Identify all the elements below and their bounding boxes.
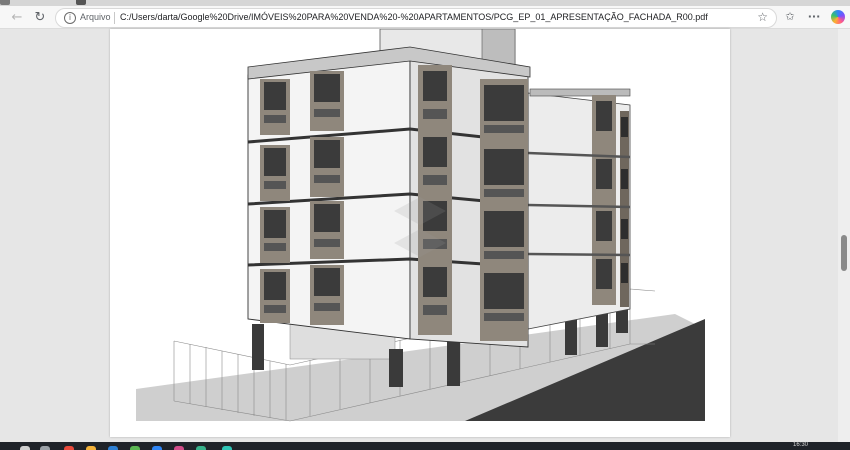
taskbar: 16:30 bbox=[0, 442, 850, 450]
pdf-viewer bbox=[0, 29, 850, 442]
address-scheme-label: Arquivo bbox=[80, 12, 111, 22]
start-icon[interactable] bbox=[20, 446, 30, 450]
app-icon[interactable] bbox=[130, 446, 140, 450]
address-separator bbox=[114, 12, 115, 24]
scrollbar-thumb[interactable] bbox=[841, 235, 847, 271]
app-icon[interactable] bbox=[174, 446, 184, 450]
tab-favicon-icon[interactable] bbox=[76, 0, 86, 5]
edge-browser-icon[interactable] bbox=[222, 446, 232, 450]
taskbar-clock[interactable]: 16:30 bbox=[793, 442, 808, 448]
right-block-roofline bbox=[529, 88, 631, 97]
pillar bbox=[389, 349, 403, 387]
copilot-icon[interactable] bbox=[831, 10, 845, 24]
right-block-windows bbox=[592, 95, 629, 307]
folder-icon[interactable] bbox=[86, 446, 96, 450]
app-icon[interactable] bbox=[196, 446, 206, 450]
favorites-icon[interactable]: ✩ bbox=[782, 9, 798, 25]
building-facade-image bbox=[136, 29, 705, 422]
address-bar[interactable]: i Arquivo C:/Users/darta/Google%20Drive/… bbox=[55, 8, 777, 28]
info-icon[interactable]: i bbox=[64, 12, 76, 24]
address-url[interactable]: C:/Users/darta/Google%20Drive/IMÓVEIS%20… bbox=[120, 12, 708, 22]
app-icon[interactable] bbox=[108, 446, 118, 450]
favorite-star-icon[interactable]: ☆ bbox=[757, 10, 768, 24]
search-icon[interactable] bbox=[40, 446, 50, 450]
browser-toolbar: ← ↻ i Arquivo C:/Users/darta/Google%20Dr… bbox=[0, 6, 850, 29]
app-icon[interactable] bbox=[152, 446, 162, 450]
app-icon[interactable] bbox=[64, 446, 74, 450]
more-menu-icon[interactable]: ··· bbox=[806, 9, 822, 25]
tab-close-icon[interactable] bbox=[0, 0, 10, 5]
vertical-scrollbar[interactable] bbox=[838, 29, 850, 442]
reload-icon[interactable]: ↻ bbox=[31, 8, 49, 26]
back-arrow-icon[interactable]: ← bbox=[8, 8, 26, 26]
pdf-page bbox=[110, 29, 730, 437]
pillar bbox=[252, 324, 264, 370]
